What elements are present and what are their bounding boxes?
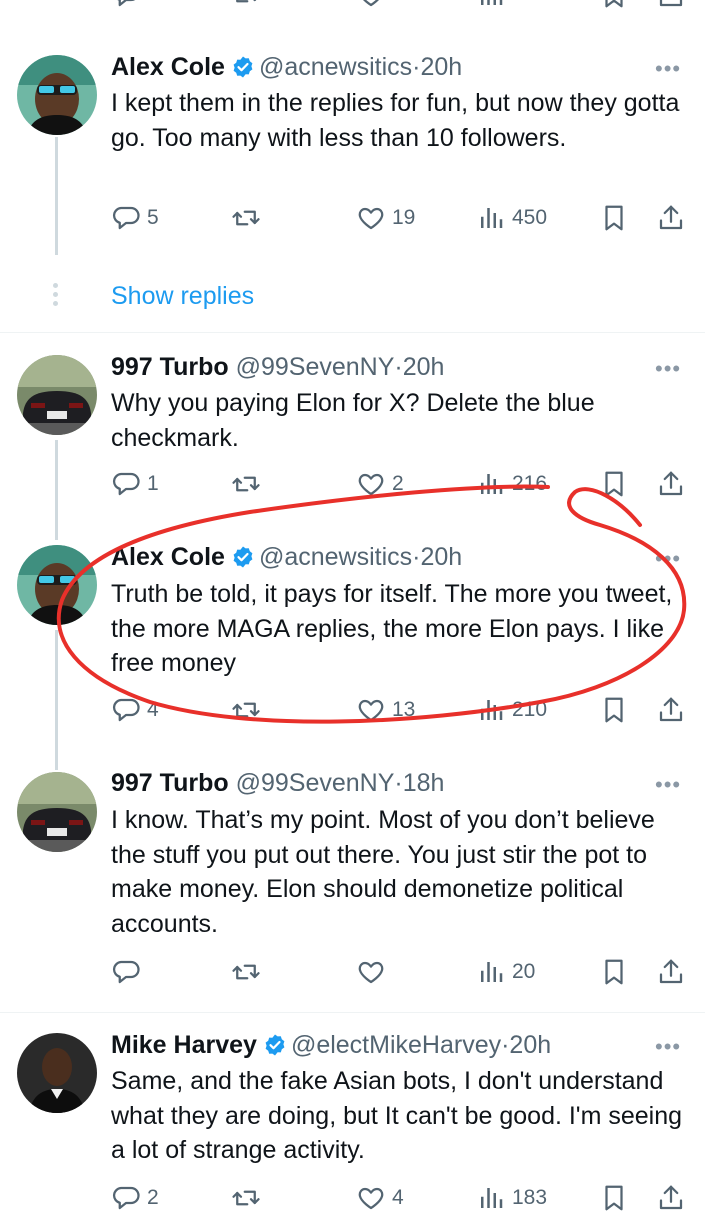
- red-annotation-circle: [56, 484, 687, 724]
